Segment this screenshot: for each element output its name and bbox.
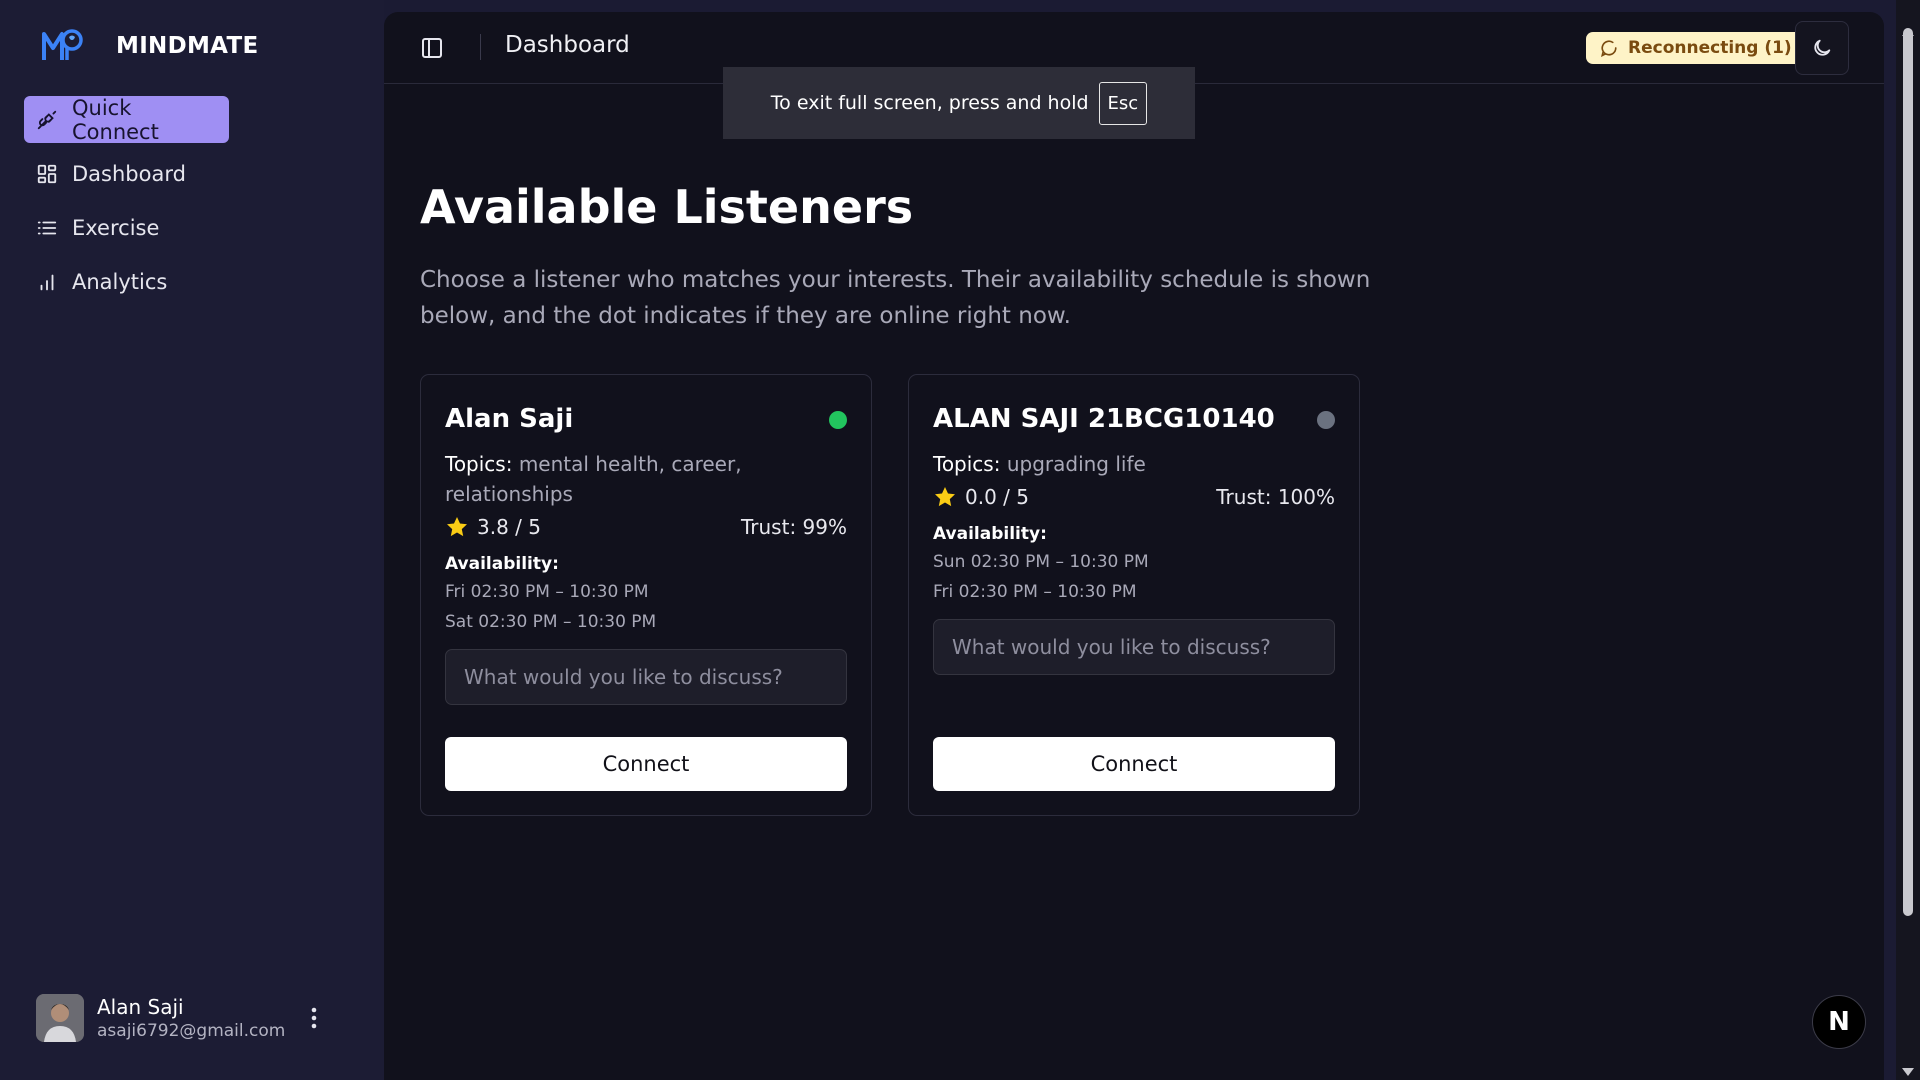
esc-key: Esc [1098, 81, 1148, 125]
connect-button[interactable]: Connect [933, 737, 1335, 791]
offline-status-dot [1317, 411, 1335, 429]
page-breadcrumb: Dashboard [505, 32, 630, 58]
app-root: MINDMATE Quick Connect Dashboard Exercis… [0, 0, 1920, 1080]
online-status-dot [829, 411, 847, 429]
fullscreen-notice: To exit full screen, press and hold Esc [723, 67, 1195, 139]
fullscreen-notice-text: To exit full screen, press and hold [770, 92, 1089, 114]
sidebar-item-label: Quick Connect [72, 95, 159, 144]
dashboard-icon [37, 164, 57, 183]
trust-score: Trust: 99% [741, 515, 847, 539]
user-profile[interactable]: Alan Saji asaji6792@gmail.com [36, 994, 356, 1042]
user-email: asaji6792@gmail.com [97, 1021, 286, 1041]
listener-card: Alan Saji Topics: mental health, career,… [420, 374, 872, 816]
availability-slot: Fri 02:30 PM – 10:30 PM [445, 582, 649, 602]
listener-rating: 3.8 / 5 [445, 515, 541, 539]
chat-bubble-icon [1601, 40, 1617, 57]
page-subtitle: Choose a listener who matches your inter… [420, 267, 1371, 329]
avatar [36, 994, 84, 1042]
connection-status-text: Reconnecting (1) [1628, 38, 1792, 58]
listeners-section: Available Listeners Choose a listener wh… [420, 180, 1840, 816]
availability-slot: Fri 02:30 PM – 10:30 PM [933, 582, 1137, 602]
avatar-image [36, 994, 84, 1042]
star-icon [935, 487, 955, 507]
brand-name: MINDMATE [116, 33, 259, 59]
scroll-down-arrow-icon[interactable] [1902, 1068, 1914, 1076]
listener-cards: Alan Saji Topics: mental health, career,… [420, 374, 1840, 816]
sidebar-toggle-icon[interactable] [420, 36, 444, 60]
discuss-input[interactable] [933, 619, 1335, 675]
scroll-thumb[interactable] [1903, 28, 1913, 916]
discuss-input[interactable] [445, 649, 847, 705]
listener-name: Alan Saji [445, 404, 574, 434]
moon-icon [1814, 39, 1831, 56]
sidebar-item-label: Analytics [72, 269, 168, 294]
user-info: Alan Saji asaji6792@gmail.com [97, 994, 289, 1042]
main-panel: Dashboard Reconnecting (1) To exit full … [384, 12, 1884, 1080]
connect-button[interactable]: Connect [445, 737, 847, 791]
rating-value: 3.8 / 5 [477, 515, 541, 539]
theme-toggle-button[interactable] [1795, 21, 1849, 75]
trust-score: Trust: 100% [1216, 485, 1335, 509]
listener-card: ALAN SAJI 21BCG10140 Topics: upgrading l… [908, 374, 1360, 816]
listener-topics: Topics: mental health, career, relations… [445, 449, 847, 509]
availability-slot: Sun 02:30 PM – 10:30 PM [933, 552, 1149, 572]
rating-value: 0.0 / 5 [965, 485, 1029, 509]
list-icon [37, 221, 57, 234]
sidebar: MINDMATE Quick Connect Dashboard Exercis… [0, 0, 384, 1080]
sidebar-nav: Quick Connect Dashboard Exercise Analyti… [24, 96, 360, 312]
page-scrollbar[interactable] [1896, 0, 1920, 1080]
availability-slot: Sat 02:30 PM – 10:30 PM [445, 612, 657, 632]
listener-name: ALAN SAJI 21BCG10140 [933, 404, 1275, 434]
next-dev-badge[interactable]: N [1812, 995, 1866, 1049]
brand[interactable]: MINDMATE [40, 26, 259, 66]
sidebar-item-exercise[interactable]: Exercise [24, 204, 360, 251]
bar-chart-icon [40, 274, 54, 290]
star-icon [447, 517, 467, 537]
page-title: Available Listeners [420, 180, 914, 234]
availability-label: Availability: [445, 554, 559, 574]
sidebar-item-label: Dashboard [72, 161, 186, 186]
plug-icon [37, 110, 57, 129]
divider [480, 34, 481, 60]
availability-label: Availability: [933, 524, 1047, 544]
sidebar-item-analytics[interactable]: Analytics [24, 258, 360, 305]
sidebar-item-dashboard[interactable]: Dashboard [24, 150, 360, 197]
listener-topics: Topics: upgrading life [933, 449, 1335, 479]
rating-row: 3.8 / 5 Trust: 99% [445, 515, 847, 539]
topics-value: upgrading life [1006, 452, 1146, 476]
sidebar-item-quick-connect[interactable]: Quick Connect [24, 95, 229, 144]
more-options-icon[interactable] [302, 1002, 326, 1034]
sidebar-item-label: Exercise [72, 215, 160, 240]
topics-label: Topics: [933, 452, 1001, 476]
user-name: Alan Saji [97, 995, 184, 1019]
connection-status-badge: Reconnecting (1) [1586, 32, 1806, 64]
rating-row: 0.0 / 5 Trust: 100% [933, 485, 1335, 509]
topics-label: Topics: [445, 452, 513, 476]
mindmate-logo-icon [42, 29, 83, 60]
listener-rating: 0.0 / 5 [933, 485, 1029, 509]
